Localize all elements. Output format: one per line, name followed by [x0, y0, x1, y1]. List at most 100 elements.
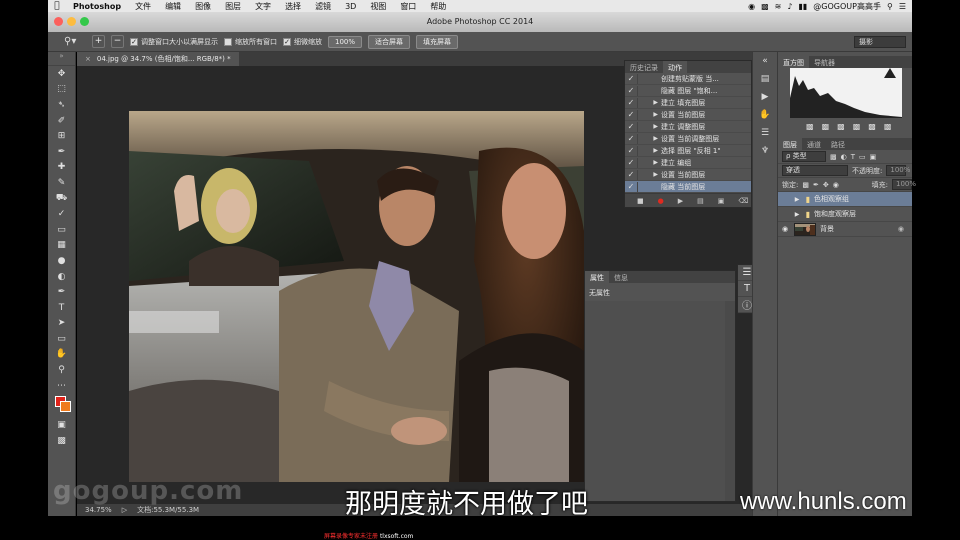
- lock-paint-icon[interactable]: ✒: [813, 181, 819, 189]
- menu-app-name[interactable]: Photoshop: [66, 2, 128, 11]
- move-tool-icon[interactable]: ✥: [48, 66, 75, 82]
- screen-mode-icon[interactable]: ▩: [48, 433, 75, 449]
- warning-icon[interactable]: [884, 68, 896, 78]
- check-icon[interactable]: ✓: [625, 98, 637, 107]
- marquee-tool-icon[interactable]: ⬚: [48, 82, 75, 98]
- lock-transparent-icon[interactable]: ▩: [802, 181, 809, 189]
- dialog-toggle[interactable]: [637, 73, 649, 84]
- new-set-icon[interactable]: ▤: [697, 197, 704, 205]
- tab-actions[interactable]: 动作: [663, 61, 687, 73]
- check-icon[interactable]: ✓: [625, 170, 637, 179]
- layer-row-group[interactable]: ▶ ▮ 饱和度观察层: [778, 207, 912, 222]
- type-tool-icon[interactable]: T: [48, 300, 75, 316]
- expand-icon[interactable]: ▶: [649, 99, 661, 106]
- tab-history[interactable]: 历史记录: [625, 61, 663, 73]
- layer-name[interactable]: 色相观察组: [814, 194, 849, 204]
- action-row[interactable]: ✓ ▶ 建立 调整图层: [625, 121, 751, 133]
- dialog-toggle[interactable]: [637, 157, 649, 168]
- zoom-all-windows-checkbox[interactable]: 缩放所有窗口: [224, 37, 277, 47]
- action-row-selected[interactable]: ✓ 隐藏 当前图层: [625, 181, 751, 193]
- opacity-field[interactable]: 100%: [886, 165, 910, 176]
- pen-tool-icon[interactable]: ✒: [48, 284, 75, 300]
- tab-info[interactable]: 信息: [609, 271, 633, 283]
- background-color-swatch[interactable]: [60, 401, 71, 413]
- action-row[interactable]: ✓ ▶ 设置 当前图层: [625, 169, 751, 181]
- menu-file[interactable]: 文件: [128, 1, 158, 12]
- record-icon[interactable]: ◉: [748, 2, 755, 11]
- expand-icon[interactable]: ▶: [649, 135, 661, 142]
- battery-icon[interactable]: ▮▮: [798, 2, 807, 11]
- dodge-tool-icon[interactable]: ◐: [48, 269, 75, 285]
- scrubby-zoom-checkbox[interactable]: ✓ 细微缩放: [283, 37, 322, 47]
- eye-icon[interactable]: ◉: [778, 225, 792, 233]
- more-tools-icon[interactable]: ⋯: [48, 378, 75, 394]
- new-action-icon[interactable]: ▣: [718, 197, 725, 205]
- layer-row-group-selected[interactable]: ▶ ▮ 色相观察组: [778, 192, 912, 207]
- brush-tool-icon[interactable]: ✎: [48, 175, 75, 191]
- layer-row-background[interactable]: ◉ 背景 ◉: [778, 222, 912, 237]
- layer-filter-select[interactable]: ρ 类型: [782, 151, 826, 162]
- menu-view[interactable]: 视图: [363, 1, 393, 12]
- filter-shape-icon[interactable]: ▭: [859, 153, 866, 161]
- path-select-tool-icon[interactable]: ➤: [48, 316, 75, 332]
- quick-mask-icon[interactable]: ▣: [48, 417, 75, 433]
- dialog-toggle[interactable]: [637, 169, 649, 180]
- channel-icon[interactable]: ▩: [853, 122, 861, 131]
- check-icon[interactable]: ✓: [625, 158, 637, 167]
- channel-icon[interactable]: ▩: [837, 122, 845, 131]
- lock-all-icon[interactable]: ◉: [833, 181, 839, 189]
- action-row[interactable]: ✓ ▶ 设置 当前图层: [625, 109, 751, 121]
- dialog-toggle[interactable]: [637, 109, 649, 120]
- filter-pixel-icon[interactable]: ▩: [830, 153, 837, 161]
- action-row[interactable]: ✓ 创建剪贴蒙版 当...: [625, 73, 751, 85]
- zoom-out-button[interactable]: −: [111, 35, 124, 48]
- group-expand-icon[interactable]: ▶: [792, 196, 802, 203]
- display-icon[interactable]: ▩: [761, 2, 769, 11]
- dialog-toggle[interactable]: [637, 85, 649, 96]
- check-icon[interactable]: ✓: [625, 110, 637, 119]
- quick-select-tool-icon[interactable]: ✐: [48, 113, 75, 129]
- fit-screen-button[interactable]: 适合屏幕: [368, 34, 411, 49]
- adjustments-icon[interactable]: ♆: [753, 142, 777, 160]
- group-expand-icon[interactable]: ▶: [792, 211, 802, 218]
- expand-icon[interactable]: ▶: [649, 171, 661, 178]
- volume-icon[interactable]: ♪: [787, 2, 792, 11]
- workspace-select[interactable]: 摄影: [854, 36, 906, 48]
- lock-move-icon[interactable]: ✥: [823, 181, 829, 189]
- search-icon[interactable]: ⚲: [887, 2, 893, 11]
- document-tab[interactable]: × 04.jpg @ 34.7% (色相/饱和... RGB/8*) *: [77, 52, 239, 66]
- check-icon[interactable]: ✓: [625, 122, 637, 131]
- channel-icon[interactable]: ▩: [822, 122, 830, 131]
- apple-icon[interactable]: : [48, 1, 66, 11]
- menu-image[interactable]: 图像: [188, 1, 218, 12]
- check-icon[interactable]: ✓: [625, 146, 637, 155]
- expand-icon[interactable]: ▶: [649, 159, 661, 166]
- filter-type-icon[interactable]: T: [851, 153, 855, 161]
- zoom-tool-icon[interactable]: ⚲: [48, 362, 75, 378]
- filter-smart-icon[interactable]: ▣: [870, 153, 877, 161]
- menu-edit[interactable]: 编辑: [158, 1, 188, 12]
- dock-collapse-icon[interactable]: «: [753, 52, 777, 70]
- fill-screen-button[interactable]: 填充屏幕: [416, 34, 459, 49]
- menu-user[interactable]: @GOGOUP高高手: [813, 1, 881, 12]
- channel-icon[interactable]: ▩: [806, 122, 814, 131]
- resize-windows-checkbox[interactable]: ✓ 调整窗口大小以满屏显示: [130, 37, 218, 47]
- dialog-toggle[interactable]: [637, 181, 649, 192]
- action-row[interactable]: ✓ ▶ 建立 编组: [625, 157, 751, 169]
- fill-field[interactable]: 100%: [892, 179, 916, 190]
- menu-layer[interactable]: 图层: [218, 1, 248, 12]
- filter-adjust-icon[interactable]: ◐: [841, 153, 847, 161]
- action-row[interactable]: ✓ ▶ 建立 填充图层: [625, 97, 751, 109]
- menu-select[interactable]: 选择: [278, 1, 308, 12]
- check-icon[interactable]: ✓: [625, 134, 637, 143]
- properties-scrollbar[interactable]: [725, 301, 735, 501]
- clone-source-icon[interactable]: ☰: [753, 124, 777, 142]
- expand-icon[interactable]: ▶: [649, 111, 661, 118]
- channel-icon[interactable]: ▩: [884, 122, 892, 131]
- expand-icon[interactable]: ▶: [649, 123, 661, 130]
- expand-icon[interactable]: ▶: [649, 147, 661, 154]
- record-action-icon[interactable]: ●: [658, 197, 664, 205]
- check-icon[interactable]: ✓: [625, 182, 637, 191]
- tab-navigator[interactable]: 导航器: [809, 56, 840, 68]
- zoom-tool-icon[interactable]: ⚲▾: [64, 36, 86, 47]
